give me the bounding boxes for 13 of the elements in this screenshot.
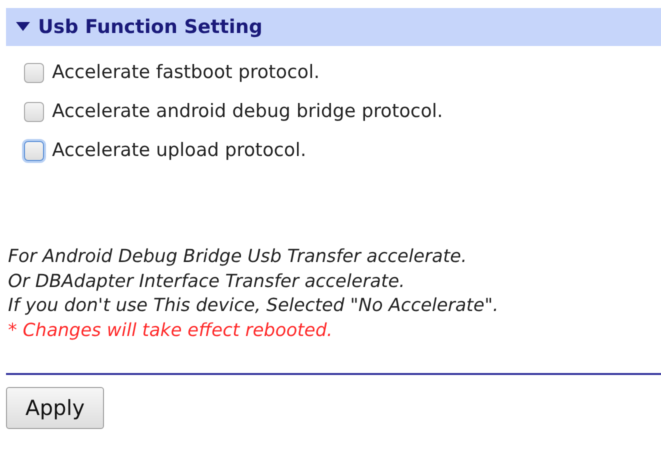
warning-text: * Changes will take effect rebooted. bbox=[8, 318, 334, 342]
section-title: Usb Function Setting bbox=[38, 16, 262, 38]
checkbox[interactable] bbox=[24, 102, 44, 122]
checkbox-label: Accelerate android debug bridge protocol. bbox=[52, 101, 443, 122]
checkbox-label: Accelerate fastboot protocol. bbox=[52, 62, 320, 83]
apply-button[interactable]: Apply bbox=[6, 387, 104, 429]
note-text: If you don't use This device, Selected "No Accelerate". bbox=[8, 294, 500, 318]
note-text: For Android Debug Bridge Usb Transfer accelerate. bbox=[8, 245, 468, 269]
checkbox[interactable] bbox=[24, 140, 44, 160]
note-text: Or DBAdapter Interface Transfer accelerate. bbox=[8, 270, 406, 294]
checkbox-label: Accelerate upload protocol. bbox=[52, 140, 306, 161]
section-header[interactable]: Usb Function Setting bbox=[6, 8, 661, 46]
checkbox[interactable] bbox=[24, 62, 44, 82]
